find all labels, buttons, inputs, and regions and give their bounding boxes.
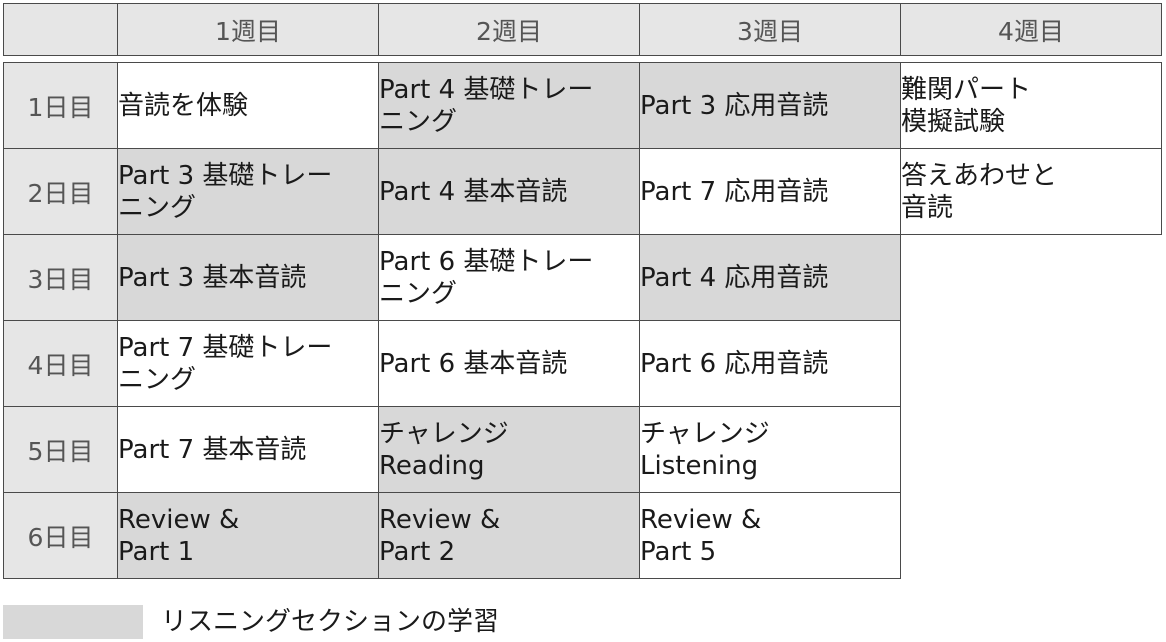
day-label: 4日目 [3, 320, 118, 407]
table-row: 4日目 Part 7 基礎トレー ニング Part 6 基本音読 Part 6 応… [3, 320, 1162, 407]
cell-w2-d3: Part 6 基礎トレー ニング [378, 234, 640, 321]
day-label: 1日目 [3, 62, 118, 149]
empty-cell [900, 234, 1162, 321]
cell-w3-d1: Part 3 応用音読 [639, 62, 901, 149]
week-3-header: 3週目 [639, 3, 901, 56]
cell-w3-d2: Part 7 応用音読 [639, 148, 901, 235]
cell-w3-d6: Review & Part 5 [639, 492, 901, 579]
header-gap [3, 55, 1162, 63]
cell-w1-d1: 音読を体験 [117, 62, 379, 149]
cell-w3-d3: Part 4 応用音読 [639, 234, 901, 321]
table-row: 5日目 Part 7 基本音読 チャレンジ Reading チャレンジ Listen… [3, 406, 1162, 493]
cell-w1-d6: Review & Part 1 [117, 492, 379, 579]
table-row: 1日目 音読を体験 Part 4 基礎トレー ニング Part 3 応用音読 難関… [3, 62, 1162, 149]
week-1-header: 1週目 [117, 3, 379, 56]
legend-swatch [3, 605, 143, 639]
cell-w2-d5: チャレンジ Reading [378, 406, 640, 493]
cell-w2-d1: Part 4 基礎トレー ニング [378, 62, 640, 149]
day-label: 2日目 [3, 148, 118, 235]
cell-w1-d5: Part 7 基本音読 [117, 406, 379, 493]
study-schedule-table: 1週目 2週目 3週目 4週目 1日目 音読を体験 Part 4 基礎トレー ニン… [3, 3, 1162, 579]
header-row: 1週目 2週目 3週目 4週目 [3, 3, 1162, 56]
empty-cell [900, 320, 1162, 407]
week-2-header: 2週目 [378, 3, 640, 56]
table-row: 2日目 Part 3 基礎トレー ニング Part 4 基本音読 Part 7 応… [3, 148, 1162, 235]
corner-cell [3, 3, 118, 56]
cell-w1-d3: Part 3 基本音読 [117, 234, 379, 321]
empty-cell [900, 492, 1162, 579]
empty-cell [900, 406, 1162, 493]
cell-w3-d4: Part 6 応用音読 [639, 320, 901, 407]
cell-w4-d1: 難関パート 模擬試験 [900, 62, 1162, 149]
cell-w1-d4: Part 7 基礎トレー ニング [117, 320, 379, 407]
day-label: 3日目 [3, 234, 118, 321]
cell-w1-d2: Part 3 基礎トレー ニング [117, 148, 379, 235]
table-row: 6日目 Review & Part 1 Review & Part 2 Review… [3, 492, 1162, 579]
cell-w2-d6: Review & Part 2 [378, 492, 640, 579]
cell-w2-d4: Part 6 基本音読 [378, 320, 640, 407]
legend: リスニングセクションの学習 [3, 604, 499, 640]
day-label: 5日目 [3, 406, 118, 493]
cell-w2-d2: Part 4 基本音読 [378, 148, 640, 235]
day-label: 6日目 [3, 492, 118, 579]
legend-label: リスニングセクションの学習 [161, 607, 500, 637]
cell-w4-d2: 答えあわせと 音読 [900, 148, 1162, 235]
cell-w3-d5: チャレンジ Listening [639, 406, 901, 493]
table-row: 3日目 Part 3 基本音読 Part 6 基礎トレー ニング Part 4 応… [3, 234, 1162, 321]
week-4-header: 4週目 [900, 3, 1162, 56]
